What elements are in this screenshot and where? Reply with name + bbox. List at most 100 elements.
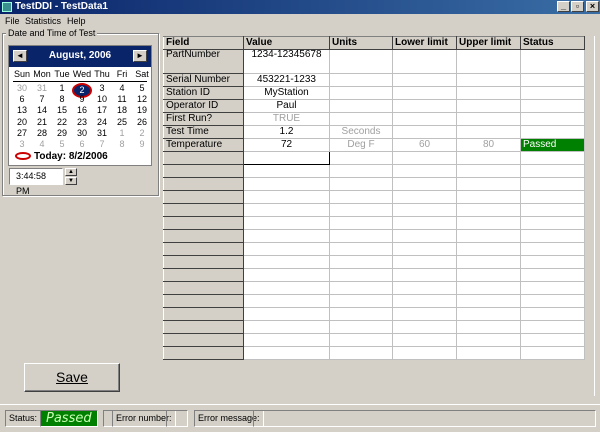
calendar-day[interactable]: 19 [132,105,152,116]
cell[interactable] [456,215,521,230]
cell-value[interactable]: 1234-12345678 [243,49,330,74]
cell[interactable] [520,228,585,243]
cell-status[interactable] [520,85,585,100]
cell[interactable] [329,215,393,230]
cell[interactable] [243,293,330,308]
cell-value[interactable]: 453221-1233 [243,72,330,87]
column-header[interactable]: Upper limit [456,36,521,50]
cell[interactable] [456,228,521,243]
calendar-day[interactable]: 6 [12,94,32,105]
cell[interactable] [520,215,585,230]
cell[interactable] [392,228,457,243]
calendar-day[interactable]: 9 [72,94,92,105]
cell[interactable] [243,215,330,230]
calendar-day[interactable]: 4 [112,83,132,94]
calendar-day[interactable]: 30 [72,128,92,139]
cell[interactable] [456,241,521,256]
cell[interactable] [456,267,521,282]
time-input[interactable]: 3:44:58 PM [9,168,63,196]
cell[interactable] [329,202,393,217]
cell-units[interactable] [329,49,393,74]
cell[interactable] [392,202,457,217]
calendar-day[interactable]: 28 [32,128,52,139]
cell[interactable] [392,215,457,230]
cell-upper[interactable] [456,98,521,113]
cell-value[interactable]: 72 [243,137,330,152]
cell[interactable] [329,176,393,191]
cell-status[interactable] [520,111,585,126]
cell[interactable] [243,267,330,282]
calendar-day[interactable]: 7 [32,94,52,105]
cell[interactable] [456,319,521,334]
calendar-day[interactable]: 8 [52,94,72,105]
calendar-day[interactable]: 2 [132,128,152,139]
cell-lower[interactable] [392,72,457,87]
cell[interactable] [456,332,521,347]
calendar-day[interactable]: 11 [112,94,132,105]
cell[interactable] [329,228,393,243]
cell-units[interactable] [329,98,393,113]
time-up-button[interactable]: ▲ [65,168,77,176]
save-button[interactable]: Save [24,363,120,392]
cell-lower[interactable] [392,85,457,100]
cell-value[interactable]: TRUE [243,111,330,126]
cell[interactable] [392,241,457,256]
cell[interactable] [329,163,393,178]
calendar-day[interactable]: 15 [52,105,72,116]
calendar-day[interactable]: 25 [112,117,132,128]
cell[interactable] [456,189,521,204]
cell[interactable] [243,254,330,269]
cell[interactable] [392,332,457,347]
cell-value[interactable]: MyStation [243,85,330,100]
calendar-day[interactable]: 16 [72,105,92,116]
cell[interactable] [456,280,521,295]
cell-status[interactable] [520,49,585,74]
prev-month-button[interactable]: ◄ [13,50,27,62]
cell[interactable] [456,306,521,321]
column-header[interactable]: Units [329,36,393,50]
cell[interactable] [243,319,330,334]
column-header[interactable]: Status [520,36,585,50]
cell[interactable] [392,163,457,178]
cell-units[interactable] [329,85,393,100]
column-header[interactable]: Lower limit [392,36,457,50]
cell-units[interactable]: Deg F [329,137,393,152]
calendar-day[interactable]: 17 [92,105,112,116]
cell[interactable] [329,150,393,165]
cell[interactable] [520,163,585,178]
cell[interactable] [329,345,393,361]
cell[interactable] [520,280,585,295]
cell[interactable] [392,345,457,361]
calendar-day[interactable]: 27 [12,128,32,139]
calendar-day[interactable]: 23 [72,117,92,128]
calendar-day[interactable]: 3 [12,139,32,150]
cell[interactable] [329,241,393,256]
cell[interactable] [243,163,330,178]
menu-help[interactable]: Help [67,14,86,28]
cell[interactable] [243,150,330,165]
time-down-button[interactable]: ▼ [65,177,77,185]
cell-value[interactable]: Paul [243,98,330,113]
cell[interactable] [520,176,585,191]
cell[interactable] [329,189,393,204]
cell-units[interactable]: Seconds [329,124,393,139]
cell-upper[interactable] [456,111,521,126]
cell[interactable] [329,267,393,282]
cell-upper[interactable] [456,85,521,100]
calendar-day[interactable]: 1 [52,83,72,94]
calendar-day[interactable]: 24 [92,117,112,128]
cell-status[interactable] [520,98,585,113]
cell-upper[interactable] [456,72,521,87]
calendar-day[interactable]: 30 [12,83,32,94]
cell[interactable] [520,319,585,334]
cell[interactable] [243,176,330,191]
cell[interactable] [456,254,521,269]
calendar[interactable]: ◄ August, 2006 ► Today: 8/2/2006 Sun Mon T… [8,45,152,166]
cell[interactable] [456,163,521,178]
cell-status[interactable]: Passed [520,137,585,152]
calendar-day[interactable]: 1 [112,128,132,139]
cell[interactable] [243,189,330,204]
cell[interactable] [520,332,585,347]
cell[interactable] [329,332,393,347]
cell-lower[interactable] [392,98,457,113]
